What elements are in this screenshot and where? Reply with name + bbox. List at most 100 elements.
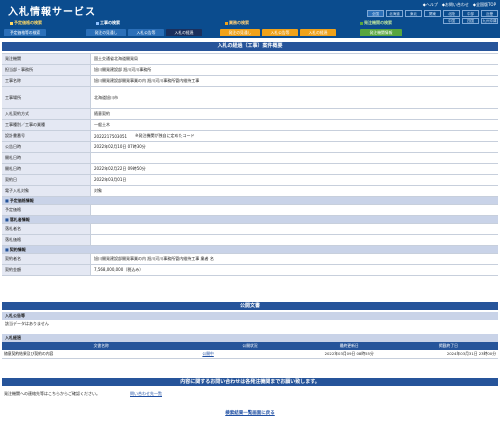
document-end-date: 2024年03月31日 23時00分 <box>398 350 498 359</box>
row-label: 電子入札対象 <box>2 186 90 196</box>
region-button-hokkaido[interactable]: 北海道 <box>386 10 403 17</box>
row-label: 契約金額 <box>2 265 90 275</box>
row-value: 7,568,000,000（税込み） <box>90 265 498 275</box>
tab-construction-progress[interactable]: 入札の経過 <box>166 29 202 36</box>
document-updated: 2022年03月09日 08時55分 <box>299 350 399 359</box>
row-value <box>90 224 498 234</box>
back-to-results-link[interactable]: 検索結果一覧画面に戻る <box>0 410 500 416</box>
design-number: 2022217503051 <box>94 133 128 139</box>
region-bar: 全国 北海道 東北 関東 北陸 中部 近畿 <box>367 10 498 17</box>
region-button-tohoku[interactable]: 東北 <box>405 10 422 17</box>
row-value: 旭川開発建設部 旭川河川事務所 <box>90 65 498 75</box>
subsection-estimate: ■予定価格情報 <box>2 197 498 205</box>
no-data-text: 該当データはありません <box>5 321 49 326</box>
table-row: 開札日時 2022年02月22日 09時50分 <box>2 164 498 175</box>
row-value: 国土交通省北海道開発局 <box>90 54 498 64</box>
tab-construction-outlook[interactable]: 発注の見通し <box>86 29 126 36</box>
tab-construction-notice[interactable]: 入札公告等 <box>128 29 164 36</box>
row-label: 開札日時 <box>2 164 90 174</box>
row-label: 開札日時 <box>2 153 90 163</box>
row-value: 旭川開発建設部開発事業の内 旭川河川事務所管内維持工事 業者 名 <box>90 254 498 264</box>
bullet-icon: ■ <box>5 198 9 203</box>
documents-area: 入札公告等 該当データはありません 入札経過 文書名称 公開状況 最終更新日 掲… <box>2 312 498 359</box>
row-label: 設計書番号 <box>2 131 90 141</box>
row-label: 契約者名 <box>2 254 90 264</box>
top-link[interactable]: ◆全国版TOP <box>473 2 496 8</box>
subsection-notice: 入札公告等 <box>2 312 498 320</box>
table-row: 契約日 2022年03月01日 <box>2 175 498 186</box>
table-row: 工事名称 旭川開発建設部開発事業の内 旭川河川事務所管内維持工事 <box>2 76 498 87</box>
header-links: ◆ヘルプ ◆お問い合わせ ◆全国版TOP <box>423 2 496 8</box>
row-label: 落札価格 <box>2 235 90 245</box>
table-row: 予定価格 <box>2 205 498 216</box>
subsection-progress: 入札経過 <box>2 334 498 342</box>
nav-group-agency: 発注機関の検索 <box>360 20 392 26</box>
section-title-documents: 公開文書 <box>2 302 498 310</box>
design-number-note: ※発注機関が独自に定めたコード <box>135 133 195 138</box>
bullet-icon: ■ <box>5 217 9 222</box>
contact-list-link[interactable]: 問い合わせ先一覧 <box>130 391 162 397</box>
row-label: 工事名称 <box>2 76 90 86</box>
table-row: 工事種別／工事の業種 一般土木 <box>2 120 498 131</box>
nav-group-construction: 工事の検索 <box>96 20 120 26</box>
row-value <box>90 205 498 215</box>
document-status-link[interactable]: 公開中 <box>200 350 300 359</box>
column-header: 掲載終了日 <box>398 342 498 350</box>
column-header: 最終更新日 <box>299 342 399 350</box>
row-label: 落札者名 <box>2 224 90 234</box>
row-label: 契約日 <box>2 175 90 185</box>
table-header-row: 文書名称 公開状況 最終更新日 掲載終了日 <box>2 342 498 350</box>
table-row: 落札者名 <box>2 224 498 235</box>
region-button-chugoku[interactable]: 中国 <box>443 18 460 24</box>
help-link[interactable]: ◆ヘルプ <box>423 2 438 8</box>
nav-group-service: 業務の検索 <box>225 20 249 26</box>
region-bar-second-row: 中国 四国 九州沖縄 <box>443 18 498 24</box>
region-button-chubu[interactable]: 中部 <box>462 10 479 17</box>
row-value: 2022217503051 ※発注機関が独自に定めたコード <box>90 131 498 141</box>
region-button-kinki[interactable]: 近畿 <box>481 10 498 17</box>
row-value <box>90 235 498 245</box>
table-row: 工事場所 北海道旭川市 <box>2 87 498 109</box>
table-row: 契約金額 7,568,000,000（税込み） <box>2 265 498 276</box>
row-value <box>90 153 498 163</box>
table-row: 随意契約結果及び契約の内容 公開中 2022年03月09日 08時55分 202… <box>2 350 498 359</box>
region-button-kyushu[interactable]: 九州沖縄 <box>481 18 498 24</box>
row-label: 工事場所 <box>2 87 90 108</box>
table-row: 担当部・事務所 旭川開発建設部 旭川河川事務所 <box>2 65 498 76</box>
column-header: 文書名称 <box>2 342 201 350</box>
row-label: 発注機関 <box>2 54 90 64</box>
tab-agency-info[interactable]: 発注機関情報 <box>360 29 402 36</box>
region-button-kanto[interactable]: 関東 <box>424 10 441 17</box>
subsection-contract: ■契約情報 <box>2 246 498 254</box>
table-row: 開札日時 <box>2 153 498 164</box>
row-value: 旭川開発建設部開発事業の内 旭川河川事務所管内維持工事 <box>90 76 498 86</box>
region-button-national[interactable]: 全国 <box>367 10 384 17</box>
row-value: 2022年02月10日 07時30分 <box>90 142 498 152</box>
document-name: 随意契約結果及び契約の内容 <box>2 350 201 359</box>
table-row: 発注機関 国土交通省北海道開発局 <box>2 54 498 65</box>
row-value: 対象 <box>90 186 498 196</box>
tab-service-progress[interactable]: 入札の経過 <box>300 29 336 36</box>
contact-link[interactable]: ◆お問い合わせ <box>442 2 469 8</box>
row-label: 入札契約方式 <box>2 109 90 119</box>
overview-table: 発注機関 国土交通省北海道開発局 担当部・事務所 旭川開発建設部 旭川河川事務所… <box>2 53 498 276</box>
row-label: 公告日時 <box>2 142 90 152</box>
table-row: 設計書番号 2022217503051 ※発注機関が独自に定めたコード <box>2 131 498 142</box>
region-button-shikoku[interactable]: 四国 <box>462 18 479 24</box>
row-value: 2022年02月22日 09時50分 <box>90 164 498 174</box>
table-row: 公告日時 2022年02月10日 07時30分 <box>2 142 498 153</box>
table-row: 入札契約方式 随意契約 <box>2 109 498 120</box>
contact-info-text: 発注機関への連絡先等はこちらからご確認ください。 <box>4 391 100 396</box>
tab-service-outlook[interactable]: 発注の見通し <box>220 29 260 36</box>
row-value: 一般土木 <box>90 120 498 130</box>
table-row: 電子入札対象 対象 <box>2 186 498 197</box>
tab-service-notice[interactable]: 入札公告等 <box>262 29 298 36</box>
column-header: 公開状況 <box>200 342 300 350</box>
row-label: 工事種別／工事の業種 <box>2 120 90 130</box>
row-label: 予定価格 <box>2 205 90 215</box>
region-button-hokuriku[interactable]: 北陸 <box>443 10 460 17</box>
nav-group-estimate: 予定価格の検索 <box>10 20 42 26</box>
row-value: 2022年03月01日 <box>90 175 498 185</box>
tab-estimate-search[interactable]: 予定価格等の検索 <box>4 29 46 36</box>
subsection-bidder: ■落札者情報 <box>2 216 498 224</box>
